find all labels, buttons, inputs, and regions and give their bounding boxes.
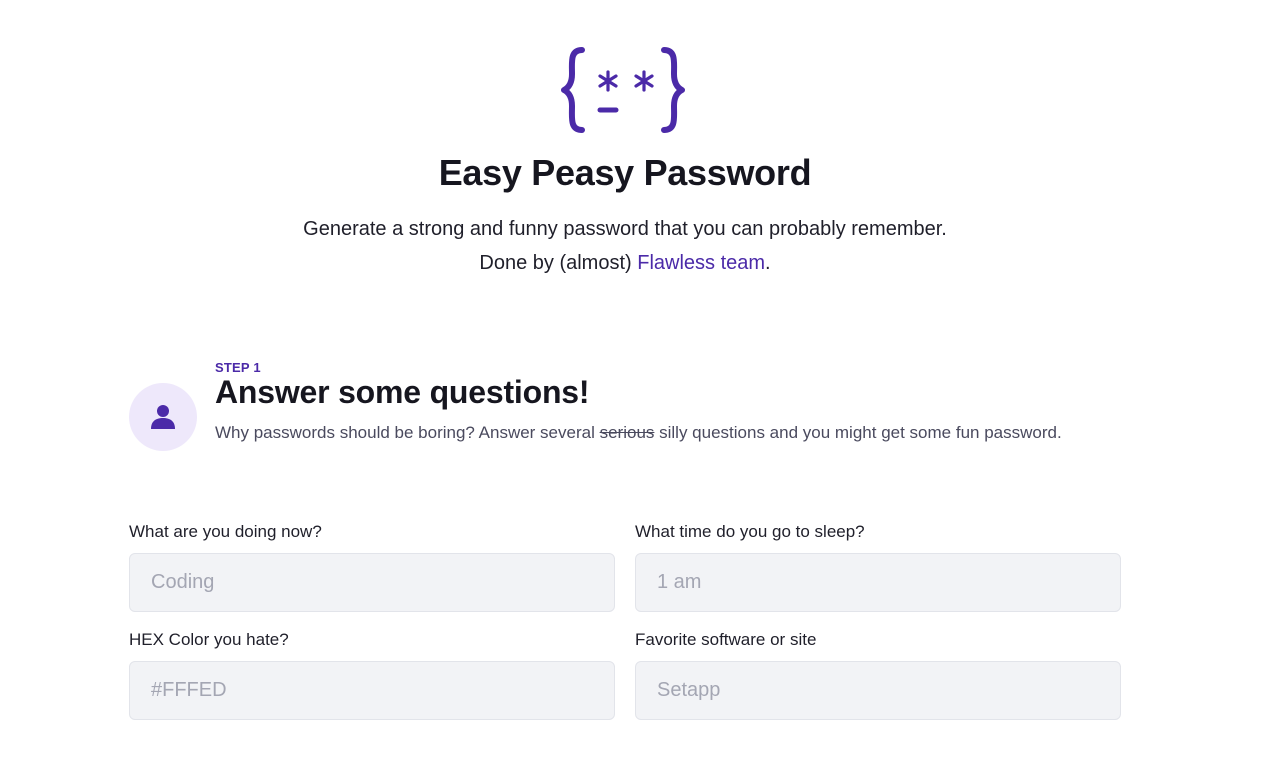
subtitle-end: . xyxy=(765,252,771,274)
step-description: Why passwords should be boring? Answer s… xyxy=(215,416,1115,450)
hex-color-label: HEX Color you hate? xyxy=(129,630,289,649)
step-desc-before: Why passwords should be boring? Answer s… xyxy=(215,423,600,442)
subtitle-text: Generate a strong and funny password tha… xyxy=(303,218,947,274)
hex-color-field-group: HEX Color you hate? xyxy=(129,629,616,720)
doing-now-label: What are you doing now? xyxy=(129,522,322,541)
curly-braces-face-logo-icon xyxy=(561,47,685,133)
step-avatar xyxy=(129,383,197,451)
app-logo xyxy=(560,44,690,136)
flawless-team-link[interactable]: Flawless team xyxy=(637,252,765,274)
doing-now-input[interactable] xyxy=(129,553,615,612)
doing-now-field-group: What are you doing now? xyxy=(129,521,616,612)
step-desc-strike: serious xyxy=(599,423,655,442)
page-title: Easy Peasy Password xyxy=(438,152,812,193)
sleep-time-input[interactable] xyxy=(635,553,1121,612)
step-label: STEP 1 xyxy=(215,360,261,375)
sleep-time-label: What time do you go to sleep? xyxy=(635,522,865,541)
step-desc-after: silly questions and you might get some f… xyxy=(654,423,1062,442)
favorite-software-field-group: Favorite software or site xyxy=(635,629,1122,720)
step-title: Answer some questions! xyxy=(215,374,590,410)
favorite-software-label: Favorite software or site xyxy=(635,630,817,649)
sleep-time-field-group: What time do you go to sleep? xyxy=(635,521,1122,612)
hex-color-input[interactable] xyxy=(129,661,615,720)
favorite-software-input[interactable] xyxy=(635,661,1121,720)
user-icon xyxy=(151,405,175,429)
page-subtitle: Generate a strong and funny password tha… xyxy=(300,212,950,280)
